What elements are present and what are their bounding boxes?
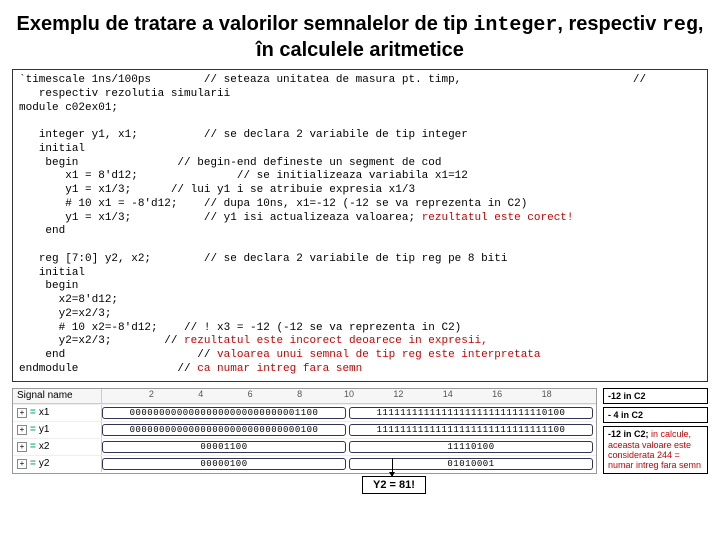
wave-row: +=y2 00000100 01010001 [13,455,596,472]
waveform-panel: Signal name 2 4 6 8 10 12 14 16 18 +=x1 … [12,388,597,474]
wave-row: +=x1 00000000000000000000000000001100 11… [13,404,596,421]
expand-icon: + [17,442,27,452]
callout-y2: Y2 = 81! [362,476,426,494]
expand-icon: + [17,459,27,469]
side-notes: -12 in C2 - 4 in C2 -12 in C2; in calcul… [603,388,708,474]
code-listing: `timescale 1ns/100ps // seteaza unitatea… [12,69,708,382]
expand-icon: + [17,425,27,435]
wave-row: +=y1 00000000000000000000000000000100 11… [13,421,596,438]
note-box: -12 in C2; in calcule, aceasta valoare e… [603,426,708,473]
wave-row: +=x2 00001100 11110100 [13,438,596,455]
time-ruler: 2 4 6 8 10 12 14 16 18 [102,389,596,403]
arrow-icon [392,458,393,476]
page-title: Exemplu de tratare a valorilor semnalelo… [12,12,708,63]
note-box: -12 in C2 [603,388,708,404]
expand-icon: + [17,408,27,418]
note-box: - 4 in C2 [603,407,708,423]
signal-name-header: Signal name [13,389,102,403]
